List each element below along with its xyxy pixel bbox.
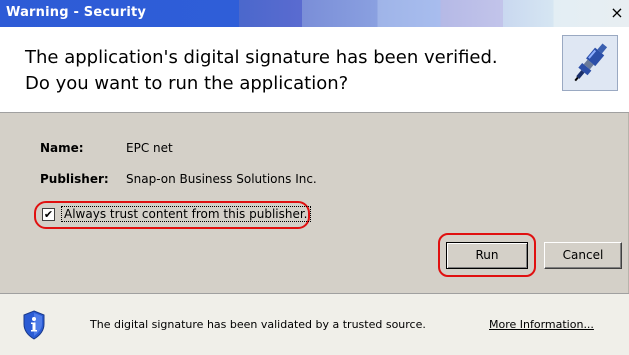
header-line-1: The application's digital signature has … <box>25 47 498 68</box>
header-message: The application's digital signature has … <box>25 45 498 97</box>
publisher-label: Publisher: <box>40 172 109 186</box>
always-trust-checkbox[interactable]: ✔ <box>42 208 55 221</box>
more-information-link[interactable]: More Information... <box>489 318 594 331</box>
run-button[interactable]: Run <box>446 242 528 269</box>
title-bar[interactable]: Warning - Security × <box>0 0 629 27</box>
always-trust-row[interactable]: ✔ Always trust content from this publish… <box>34 201 311 229</box>
close-button[interactable]: × <box>609 5 625 21</box>
dialog-header: The application's digital signature has … <box>0 27 629 113</box>
name-value: EPC net <box>126 141 173 155</box>
window-title: Warning - Security <box>6 5 147 20</box>
header-line-2: Do you want to run the application? <box>25 73 349 94</box>
footer: The digital signature has been validated… <box>0 293 629 355</box>
spark-plug-icon <box>562 35 618 91</box>
cancel-button[interactable]: Cancel <box>544 242 622 269</box>
shield-info-icon <box>22 310 46 340</box>
publisher-value: Snap-on Business Solutions Inc. <box>126 172 317 186</box>
security-warning-dialog: Warning - Security × The application's d… <box>0 0 629 355</box>
name-label: Name: <box>40 141 84 155</box>
always-trust-label[interactable]: Always trust content from this publisher… <box>61 206 311 222</box>
footer-message: The digital signature has been validated… <box>90 318 426 331</box>
